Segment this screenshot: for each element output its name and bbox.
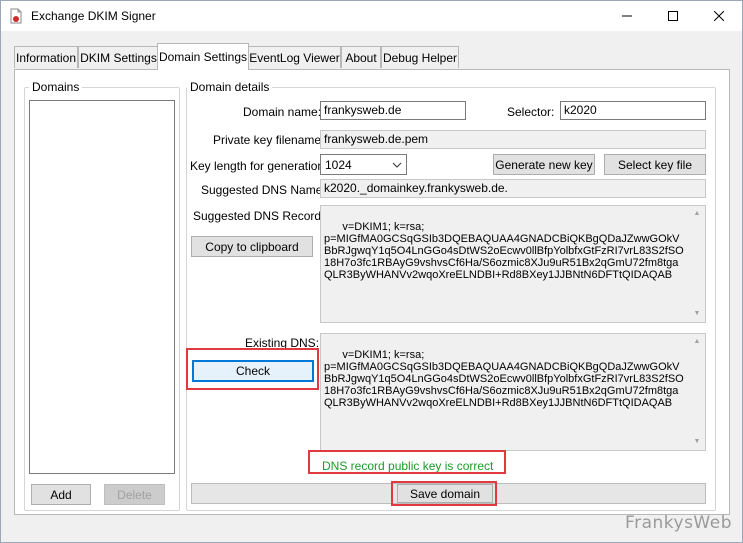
tab-label: About (345, 50, 377, 65)
private-key-label: Private key filename: (213, 133, 325, 147)
chevron-down-icon (392, 159, 402, 169)
scroll-down-icon[interactable]: ▼ (689, 306, 705, 322)
check-highlight (186, 348, 319, 390)
select-key-file-button[interactable]: Select key file (604, 154, 706, 175)
generate-new-key-button[interactable]: Generate new key (493, 154, 595, 175)
suggested-dns-record-text: v=DKIM1; k=rsa; p=MIGfMA0GCSqGSIb3DQEBAQ… (324, 221, 684, 281)
suggested-dns-name-field[interactable]: k2020._domainkey.frankysweb.de. (320, 179, 706, 198)
close-button[interactable] (696, 1, 742, 31)
private-key-field[interactable]: frankysweb.de.pem (320, 130, 706, 149)
tab-about[interactable]: About (341, 46, 381, 68)
close-icon (714, 11, 724, 21)
selector-label: Selector: (507, 105, 555, 119)
scroll-down-icon[interactable]: ▼ (689, 434, 705, 450)
tab-label: Information (15, 50, 77, 65)
domain-details-title: Domain details (187, 80, 273, 94)
tab-eventlog-viewer[interactable]: EventLog Viewer (248, 46, 341, 68)
existing-dns-text: v=DKIM1; k=rsa; p=MIGfMA0GCSqGSIb3DQEBAQ… (324, 349, 684, 409)
suggested-dns-record-label: Suggested DNS Record: (193, 209, 325, 223)
tab-label: Debug Helper (382, 50, 458, 65)
delete-domain-button[interactable]: Delete (104, 484, 165, 505)
window-title: Exchange DKIM Signer (31, 9, 156, 23)
tab-label: EventLog Viewer (249, 50, 340, 65)
tab-dkim-settings[interactable]: DKIM Settings (78, 46, 159, 68)
existing-dns-scrollbar[interactable]: ▲ ▼ (689, 334, 705, 450)
tab-information[interactable]: Information (14, 46, 78, 68)
selector-input[interactable]: k2020 (560, 101, 706, 120)
minimize-button[interactable] (604, 1, 650, 31)
maximize-button[interactable] (650, 1, 696, 31)
minimize-icon (622, 15, 632, 17)
scroll-up-icon[interactable]: ▲ (689, 206, 705, 222)
suggested-dns-name-label: Suggested DNS Name: (201, 183, 326, 197)
title-bar[interactable]: Exchange DKIM Signer (1, 1, 742, 31)
copy-to-clipboard-button[interactable]: Copy to clipboard (191, 236, 313, 257)
domains-list[interactable] (29, 100, 175, 474)
save-highlight (391, 481, 497, 506)
key-length-value: 1024 (325, 158, 352, 172)
domain-settings-panel: Domains Add Delete Domain details Domain… (14, 69, 730, 515)
app-window: Exchange DKIM Signer Information DKIM Se… (0, 0, 743, 543)
existing-dns-textarea[interactable]: v=DKIM1; k=rsa; p=MIGfMA0GCSqGSIb3DQEBAQ… (320, 333, 706, 451)
domains-group-title: Domains (29, 80, 83, 94)
key-length-select[interactable]: 1024 (320, 154, 407, 175)
tab-label: DKIM Settings (80, 50, 157, 65)
add-domain-button[interactable]: Add (31, 484, 91, 505)
suggested-dns-scrollbar[interactable]: ▲ ▼ (689, 206, 705, 322)
scroll-up-icon[interactable]: ▲ (689, 334, 705, 350)
domain-name-label: Domain name: (243, 105, 322, 119)
domain-name-input[interactable]: frankysweb.de (320, 101, 466, 120)
tab-label: Domain Settings (158, 50, 248, 64)
tab-domain-settings[interactable]: Domain Settings (157, 43, 249, 70)
watermark-text: FrankysWeb (625, 513, 732, 533)
key-length-label: Key length for generation: (190, 159, 328, 173)
maximize-icon (668, 11, 678, 21)
tab-debug-helper[interactable]: Debug Helper (381, 46, 459, 68)
suggested-dns-record-textarea[interactable]: v=DKIM1; k=rsa; p=MIGfMA0GCSqGSIb3DQEBAQ… (320, 205, 706, 323)
status-highlight (308, 450, 506, 474)
app-icon (10, 8, 22, 24)
